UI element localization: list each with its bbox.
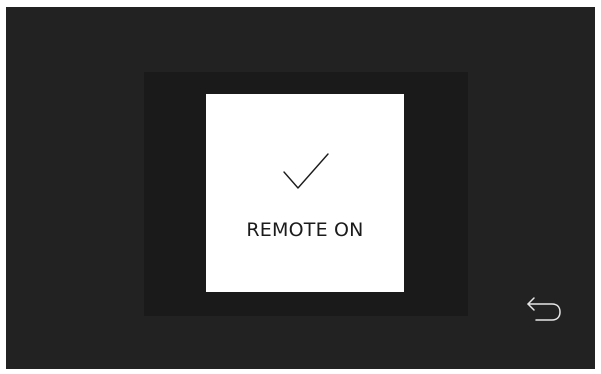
device-screen: REMOTE ON <box>6 7 595 369</box>
back-button[interactable] <box>522 292 566 326</box>
status-message: REMOTE ON <box>246 219 364 241</box>
back-arrow-icon <box>522 292 566 326</box>
checkmark-icon <box>278 150 334 194</box>
status-dialog: REMOTE ON <box>206 94 404 292</box>
